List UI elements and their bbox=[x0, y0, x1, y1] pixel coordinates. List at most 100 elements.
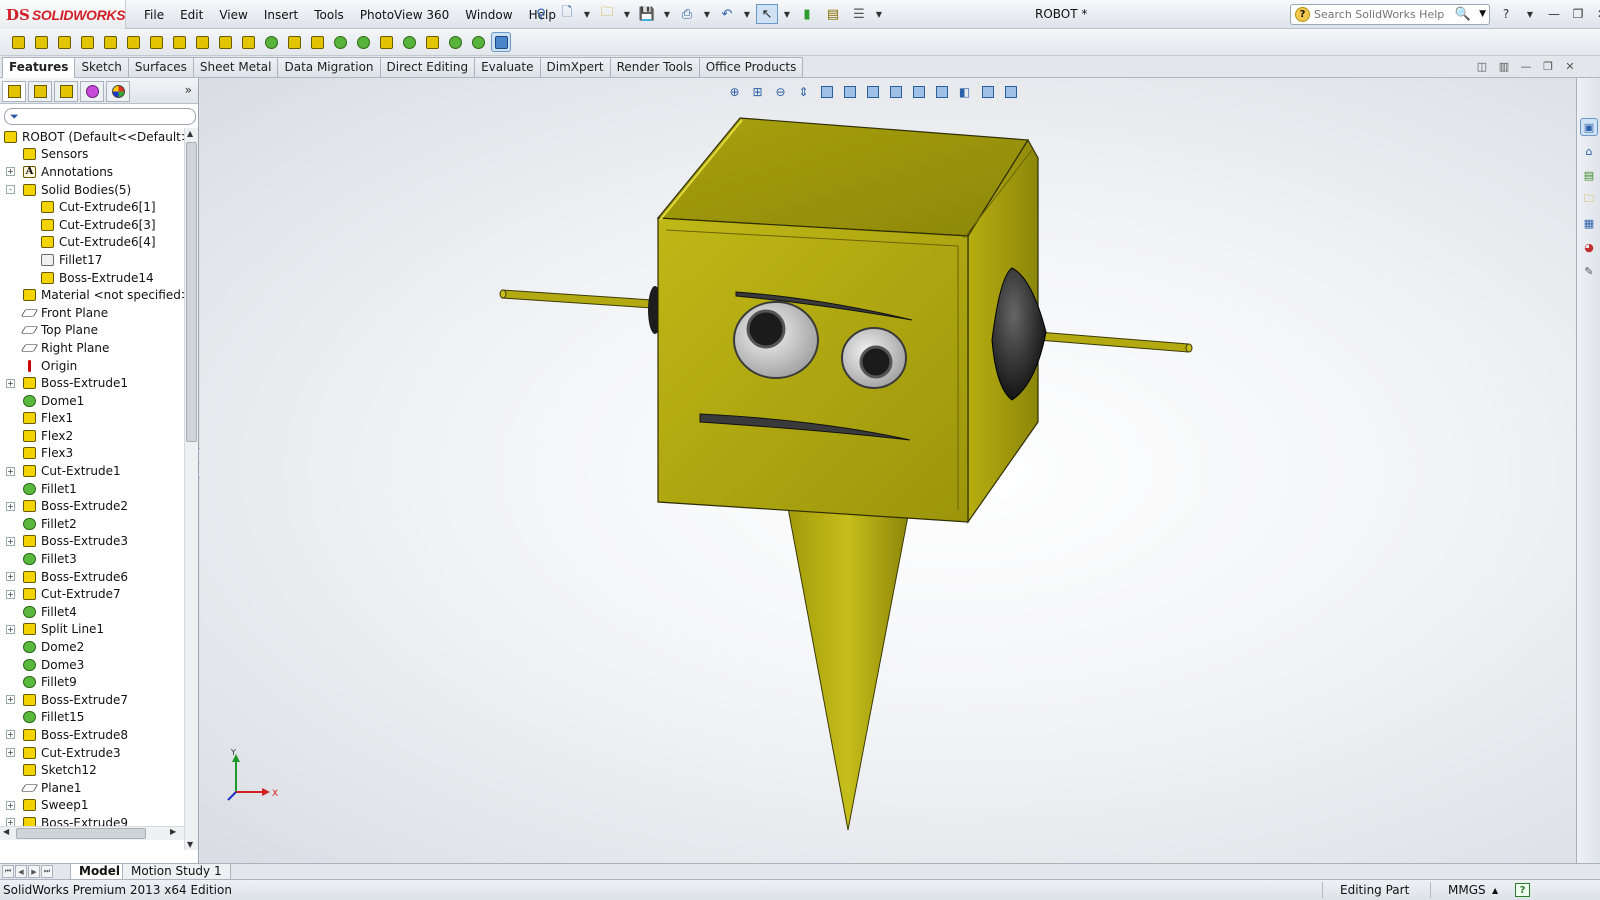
select-dropdown-icon[interactable]: ▼ bbox=[782, 4, 792, 24]
tab-data-migration[interactable]: Data Migration bbox=[277, 57, 381, 77]
expand-icon[interactable]: + bbox=[6, 730, 15, 740]
home-icon[interactable]: ⌂ bbox=[1580, 142, 1598, 160]
design-library-icon[interactable]: ▤ bbox=[1580, 166, 1598, 184]
tab-surfaces[interactable]: Surfaces bbox=[127, 57, 194, 77]
first-tab-icon[interactable]: ⏮ bbox=[2, 865, 14, 878]
tree-item[interactable]: + Boss-Extrude8 bbox=[0, 726, 184, 744]
minimize-icon[interactable]: — bbox=[1543, 5, 1565, 23]
next-tab-icon[interactable]: ▶ bbox=[28, 865, 40, 878]
displaymanager-tab-icon[interactable] bbox=[106, 81, 130, 102]
tree-item[interactable]: Flex1 bbox=[0, 410, 184, 428]
menu-edit[interactable]: Edit bbox=[172, 6, 211, 24]
tree-horizontal-scrollbar[interactable]: ◀ ▶ bbox=[0, 826, 184, 840]
undo-dropdown-icon[interactable]: ▼ bbox=[742, 4, 752, 24]
tree-item[interactable]: + Sweep1 bbox=[0, 797, 184, 815]
hscroll-thumb[interactable] bbox=[16, 828, 146, 839]
help-search-input[interactable] bbox=[1314, 8, 1454, 21]
new-document-icon[interactable]: 🗋 bbox=[556, 4, 578, 24]
extruded-boss-icon[interactable] bbox=[8, 32, 28, 52]
tree-root[interactable]: ROBOT (Default<<Default>_D bbox=[0, 128, 184, 146]
tree-item[interactable]: + Cut-Extrude1 bbox=[0, 462, 184, 480]
tree-item[interactable]: Fillet2 bbox=[0, 515, 184, 533]
tree-item[interactable]: Dome1 bbox=[0, 392, 184, 410]
tab-sheet-metal[interactable]: Sheet Metal bbox=[192, 57, 279, 77]
units-dropdown-icon[interactable]: ▲ bbox=[1492, 886, 1498, 895]
tree-item[interactable]: Flex3 bbox=[0, 445, 184, 463]
tab-evaluate[interactable]: Evaluate bbox=[474, 57, 541, 77]
doc-minimize-icon[interactable]: — bbox=[1518, 59, 1534, 73]
open-dropdown-icon[interactable]: ▼ bbox=[622, 4, 632, 24]
draft-icon[interactable] bbox=[330, 32, 350, 52]
graphics-viewport[interactable]: ⊕ ⊞ ⊖ ⇕ ◧ Y X bbox=[200, 78, 1576, 863]
tree-filter[interactable]: ⏷ bbox=[4, 108, 196, 125]
undo-icon[interactable]: ↶ bbox=[716, 4, 738, 24]
menu-window[interactable]: Window bbox=[457, 6, 520, 24]
lofted-boss-icon[interactable] bbox=[77, 32, 97, 52]
tree-item[interactable]: Sensors bbox=[0, 146, 184, 164]
curves-icon[interactable] bbox=[468, 32, 488, 52]
save-dropdown-icon[interactable]: ▼ bbox=[662, 4, 672, 24]
menu-insert[interactable]: Insert bbox=[256, 6, 306, 24]
tree-item[interactable]: Front Plane bbox=[0, 304, 184, 322]
new-dropdown-icon[interactable]: ▼ bbox=[582, 4, 592, 24]
tab-motion-study[interactable]: Motion Study 1 bbox=[122, 864, 231, 880]
tab-features[interactable]: Features bbox=[2, 57, 76, 78]
tree-item[interactable]: Dome3 bbox=[0, 656, 184, 674]
tab-direct-editing[interactable]: Direct Editing bbox=[379, 57, 476, 77]
expand-icon[interactable]: + bbox=[6, 589, 15, 599]
tree-item[interactable]: Sketch12 bbox=[0, 761, 184, 779]
options-icon[interactable]: ☰ bbox=[848, 4, 870, 24]
tree-item[interactable]: Fillet3 bbox=[0, 550, 184, 568]
propertymanager-tab-icon[interactable] bbox=[28, 81, 52, 102]
expand-icon[interactable]: + bbox=[6, 536, 15, 546]
reference-geometry-icon[interactable] bbox=[445, 32, 465, 52]
tree-item[interactable]: + Boss-Extrude3 bbox=[0, 533, 184, 551]
appearances-icon[interactable]: ◕ bbox=[1580, 238, 1598, 256]
pin-icon[interactable]: ⚲ bbox=[530, 4, 552, 24]
tab-render-tools[interactable]: Render Tools bbox=[609, 57, 700, 77]
tile-horizontal-icon[interactable]: ◫ bbox=[1474, 59, 1490, 73]
tree-item[interactable]: + Boss-Extrude1 bbox=[0, 374, 184, 392]
help-question-icon[interactable]: ? bbox=[1495, 5, 1517, 23]
tree-item[interactable]: Material <not specified> bbox=[0, 286, 184, 304]
scroll-down-icon[interactable]: ▼ bbox=[187, 840, 193, 849]
menu-tools[interactable]: Tools bbox=[306, 6, 352, 24]
lofted-cut-icon[interactable] bbox=[215, 32, 235, 52]
robot-model[interactable] bbox=[200, 78, 1576, 863]
tree-item[interactable]: Cut-Extrude6[4] bbox=[0, 234, 184, 252]
tree-item[interactable]: + Cut-Extrude3 bbox=[0, 744, 184, 762]
tree-item[interactable]: + A Annotations bbox=[0, 163, 184, 181]
help-search-box[interactable]: ? 🔍 ▼ bbox=[1290, 4, 1490, 25]
tree-item[interactable]: Dome2 bbox=[0, 638, 184, 656]
tree-item[interactable]: Fillet4 bbox=[0, 603, 184, 621]
collapse-icon[interactable]: - bbox=[6, 185, 15, 195]
tree-item[interactable]: Cut-Extrude6[1] bbox=[0, 198, 184, 216]
help-dropdown-icon[interactable]: ▼ bbox=[1519, 5, 1541, 23]
swept-boss-icon[interactable] bbox=[54, 32, 74, 52]
scroll-thumb[interactable] bbox=[186, 142, 197, 442]
tab-model[interactable]: Model bbox=[70, 864, 130, 880]
expand-icon[interactable]: + bbox=[6, 800, 15, 810]
tree-item[interactable]: + Boss-Extrude2 bbox=[0, 497, 184, 515]
dome-tool-icon[interactable] bbox=[399, 32, 419, 52]
last-tab-icon[interactable]: ⏭ bbox=[41, 865, 53, 878]
view-palette-icon[interactable]: ▦ bbox=[1580, 214, 1598, 232]
tree-item[interactable]: Flex2 bbox=[0, 427, 184, 445]
expand-icon[interactable]: + bbox=[6, 466, 15, 476]
solidworks-logo[interactable]: DS SOLIDWORKS bbox=[0, 0, 126, 29]
wrap-icon[interactable] bbox=[376, 32, 396, 52]
prev-tab-icon[interactable]: ◀ bbox=[15, 865, 27, 878]
expand-icon[interactable]: + bbox=[6, 624, 15, 634]
options-dropdown-icon[interactable]: ▼ bbox=[874, 4, 884, 24]
mirror-icon[interactable] bbox=[422, 32, 442, 52]
tree-item[interactable]: + Cut-Extrude7 bbox=[0, 585, 184, 603]
tree-item[interactable]: + Boss-Extrude6 bbox=[0, 568, 184, 586]
revolved-boss-icon[interactable] bbox=[31, 32, 51, 52]
dimxpertmanager-tab-icon[interactable] bbox=[80, 81, 104, 102]
tree-item[interactable]: Fillet9 bbox=[0, 673, 184, 691]
configurationmanager-tab-icon[interactable] bbox=[54, 81, 78, 102]
file-explorer-icon[interactable]: 🗀 bbox=[1580, 190, 1598, 208]
tree-item[interactable]: Boss-Extrude14 bbox=[0, 269, 184, 287]
expand-icon[interactable]: + bbox=[6, 748, 15, 758]
rib-icon[interactable] bbox=[307, 32, 327, 52]
